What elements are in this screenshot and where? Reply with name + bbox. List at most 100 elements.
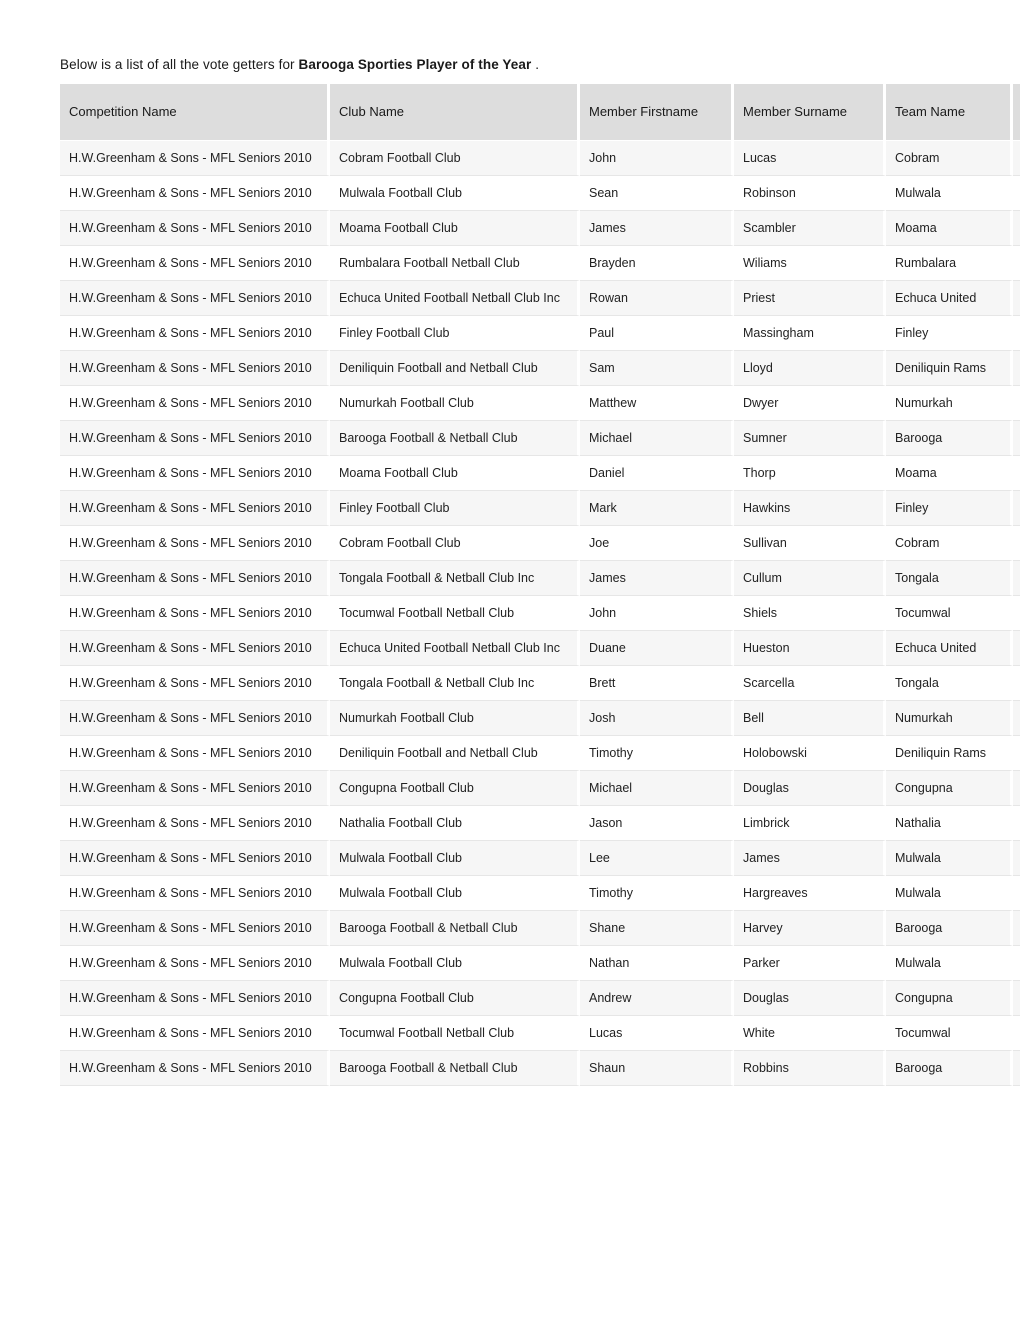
table-row: H.W.Greenham & Sons - MFL Seniors 2010 Ba… — [60, 1051, 1020, 1086]
cell-team: Numurkah — [886, 701, 1013, 736]
cell-team: Mulwala — [886, 841, 1013, 876]
table-row: H.W.Greenham & Sons - MFL Seniors 2010 Co… — [60, 981, 1020, 1016]
cell-club: Tongala Football & Netball Club Inc — [330, 666, 580, 701]
table-row: H.W.Greenham & Sons - MFL Seniors 2010 Mo… — [60, 211, 1020, 246]
cell-club: Echuca United Football Netball Club Inc — [330, 631, 580, 666]
cell-votes: 30 — [1013, 176, 1020, 211]
intro-suffix: . — [531, 57, 540, 72]
cell-votes: 12 — [1013, 456, 1020, 491]
cell-surname: Sumner — [734, 421, 886, 456]
cell-firstname: Mark — [580, 491, 734, 526]
cell-firstname: Nathan — [580, 946, 734, 981]
cell-team: Rumbalara — [886, 246, 1013, 281]
cell-surname: Lucas — [734, 141, 886, 176]
cell-club: Congupna Football Club — [330, 771, 580, 806]
cell-team: Moama — [886, 456, 1013, 491]
table-row: H.W.Greenham & Sons - MFL Seniors 2010 Mu… — [60, 176, 1020, 211]
cell-competition: H.W.Greenham & Sons - MFL Seniors 2010 — [60, 736, 330, 771]
cell-firstname: Brayden — [580, 246, 734, 281]
cell-competition: H.W.Greenham & Sons - MFL Seniors 2010 — [60, 456, 330, 491]
cell-team: Cobram — [886, 141, 1013, 176]
cell-surname: Wiliams — [734, 246, 886, 281]
cell-votes: 15 — [1013, 316, 1020, 351]
cell-team: Barooga — [886, 1051, 1013, 1086]
cell-club: Moama Football Club — [330, 456, 580, 491]
cell-competition: H.W.Greenham & Sons - MFL Seniors 2010 — [60, 771, 330, 806]
cell-competition: H.W.Greenham & Sons - MFL Seniors 2010 — [60, 176, 330, 211]
cell-votes: 11 — [1013, 631, 1020, 666]
cell-competition: H.W.Greenham & Sons - MFL Seniors 2010 — [60, 596, 330, 631]
cell-firstname: James — [580, 561, 734, 596]
cell-votes: 7 — [1013, 1051, 1020, 1086]
cell-club: Finley Football Club — [330, 491, 580, 526]
table-row: H.W.Greenham & Sons - MFL Seniors 2010 Nu… — [60, 386, 1020, 421]
cell-surname: Cullum — [734, 561, 886, 596]
cell-votes: 8 — [1013, 981, 1020, 1016]
cell-competition: H.W.Greenham & Sons - MFL Seniors 2010 — [60, 281, 330, 316]
cell-surname: Lloyd — [734, 351, 886, 386]
cell-surname: Douglas — [734, 771, 886, 806]
cell-competition: H.W.Greenham & Sons - MFL Seniors 2010 — [60, 701, 330, 736]
award-name: Barooga Sporties Player of the Year — [298, 57, 532, 72]
cell-firstname: Timothy — [580, 876, 734, 911]
cell-surname: Hueston — [734, 631, 886, 666]
cell-team: Barooga — [886, 421, 1013, 456]
cell-team: Mulwala — [886, 876, 1013, 911]
cell-competition: H.W.Greenham & Sons - MFL Seniors 2010 — [60, 211, 330, 246]
cell-club: Rumbalara Football Netball Club — [330, 246, 580, 281]
cell-surname: Douglas — [734, 981, 886, 1016]
cell-team: Mulwala — [886, 176, 1013, 211]
cell-team: Deniliquin Rams — [886, 736, 1013, 771]
cell-votes: 12 — [1013, 561, 1020, 596]
cell-votes: 9 — [1013, 876, 1020, 911]
cell-firstname: Joe — [580, 526, 734, 561]
cell-competition: H.W.Greenham & Sons - MFL Seniors 2010 — [60, 561, 330, 596]
cell-firstname: Timothy — [580, 736, 734, 771]
cell-surname: Dwyer — [734, 386, 886, 421]
cell-votes: 11 — [1013, 666, 1020, 701]
table-row: H.W.Greenham & Sons - MFL Seniors 2010 Co… — [60, 141, 1020, 176]
cell-firstname: Matthew — [580, 386, 734, 421]
cell-votes: 13 — [1013, 386, 1020, 421]
cell-votes: 11 — [1013, 596, 1020, 631]
cell-club: Tongala Football & Netball Club Inc — [330, 561, 580, 596]
cell-surname: Priest — [734, 281, 886, 316]
cell-competition: H.W.Greenham & Sons - MFL Seniors 2010 — [60, 421, 330, 456]
vote-getters-table: Competition Name Club Name Member Firstn… — [60, 84, 1020, 1086]
cell-votes: 10 — [1013, 771, 1020, 806]
column-header-competition-name: Competition Name — [60, 84, 330, 141]
cell-firstname: Michael — [580, 771, 734, 806]
cell-surname: Thorp — [734, 456, 886, 491]
cell-firstname: Jason — [580, 806, 734, 841]
cell-club: Tocumwal Football Netball Club — [330, 1016, 580, 1051]
cell-competition: H.W.Greenham & Sons - MFL Seniors 2010 — [60, 666, 330, 701]
cell-team: Echuca United — [886, 281, 1013, 316]
cell-club: Barooga Football & Netball Club — [330, 911, 580, 946]
cell-competition: H.W.Greenham & Sons - MFL Seniors 2010 — [60, 526, 330, 561]
cell-club: Moama Football Club — [330, 211, 580, 246]
cell-club: Numurkah Football Club — [330, 386, 580, 421]
cell-surname: Limbrick — [734, 806, 886, 841]
table-row: H.W.Greenham & Sons - MFL Seniors 2010 Mu… — [60, 946, 1020, 981]
table-row: H.W.Greenham & Sons - MFL Seniors 2010 De… — [60, 736, 1020, 771]
cell-club: Tocumwal Football Netball Club — [330, 596, 580, 631]
cell-competition: H.W.Greenham & Sons - MFL Seniors 2010 — [60, 491, 330, 526]
cell-club: Deniliquin Football and Netball Club — [330, 736, 580, 771]
table-row: H.W.Greenham & Sons - MFL Seniors 2010 Fi… — [60, 491, 1020, 526]
cell-competition: H.W.Greenham & Sons - MFL Seniors 2010 — [60, 981, 330, 1016]
table-row: H.W.Greenham & Sons - MFL Seniors 2010 Fi… — [60, 316, 1020, 351]
cell-team: Echuca United — [886, 631, 1013, 666]
cell-team: Tongala — [886, 561, 1013, 596]
cell-team: Barooga — [886, 911, 1013, 946]
cell-surname: Bell — [734, 701, 886, 736]
cell-team: Cobram — [886, 526, 1013, 561]
cell-competition: H.W.Greenham & Sons - MFL Seniors 2010 — [60, 351, 330, 386]
table-body: H.W.Greenham & Sons - MFL Seniors 2010 Co… — [60, 141, 1020, 1086]
cell-votes: 10 — [1013, 701, 1020, 736]
cell-club: Finley Football Club — [330, 316, 580, 351]
cell-votes: 25 — [1013, 246, 1020, 281]
cell-club: Cobram Football Club — [330, 141, 580, 176]
cell-firstname: Daniel — [580, 456, 734, 491]
cell-competition: H.W.Greenham & Sons - MFL Seniors 2010 — [60, 141, 330, 176]
cell-team: Congupna — [886, 771, 1013, 806]
